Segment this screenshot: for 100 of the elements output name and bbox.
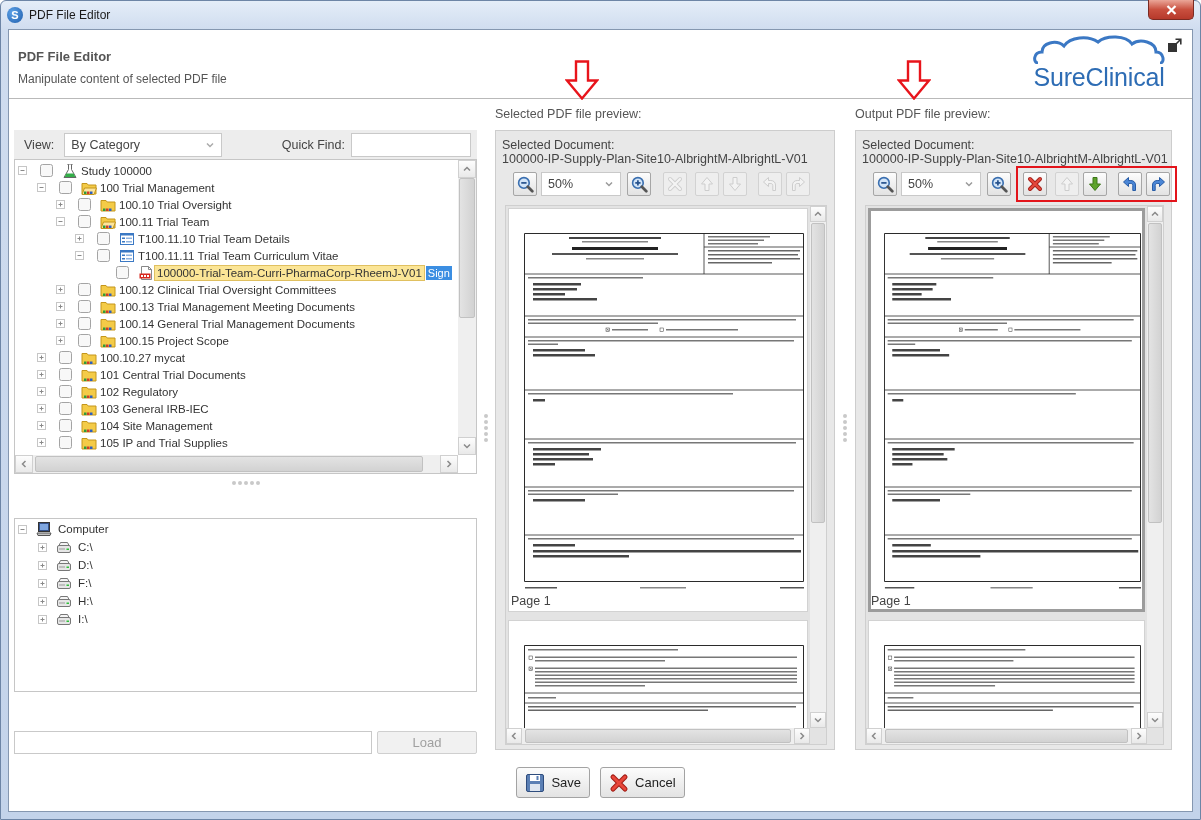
checkbox[interactable]: [59, 402, 72, 415]
tree-expander[interactable]: [37, 353, 46, 362]
checkbox[interactable]: [40, 164, 53, 177]
vertical-scrollbar[interactable]: [458, 160, 476, 455]
checkbox[interactable]: [97, 249, 110, 262]
scroll-up-button[interactable]: [810, 206, 826, 222]
page-thumbnail[interactable]: Page 1: [508, 208, 808, 612]
tree-expander[interactable]: [75, 251, 84, 260]
tree-expander[interactable]: [56, 285, 65, 294]
tree-item[interactable]: 100.13 Trial Management Meeting Documents: [116, 298, 358, 315]
tree-item[interactable]: Study 100000: [78, 162, 155, 179]
tree-expander[interactable]: [38, 560, 47, 570]
tree-item[interactable]: 100.10 Trial Oversight: [116, 196, 235, 213]
tree-item[interactable]: I:\: [75, 611, 91, 627]
checkbox[interactable]: [59, 181, 72, 194]
tree-expander[interactable]: [38, 614, 47, 624]
vertical-scrollbar[interactable]: [1147, 206, 1163, 728]
tree-expander[interactable]: [56, 336, 65, 345]
tree-item[interactable]: 100000-Trial-Team-Curri-PharmaCorp-RheemJ-V01: [154, 264, 425, 281]
zoom-select[interactable]: 50%: [901, 172, 981, 196]
scroll-down-button[interactable]: [810, 712, 826, 728]
view-select[interactable]: By Category: [64, 132, 223, 157]
tree-expander[interactable]: [37, 387, 46, 396]
move-down-button[interactable]: [1083, 172, 1107, 196]
rotate-right-button[interactable]: [1146, 172, 1170, 196]
checkbox[interactable]: [78, 198, 91, 211]
tree-expander[interactable]: [37, 404, 46, 413]
tree-expander[interactable]: [75, 234, 84, 243]
tree-item[interactable]: 100 Trial Management: [97, 179, 218, 196]
scroll-up-button[interactable]: [458, 160, 476, 178]
zoom-select[interactable]: 50%: [541, 172, 621, 196]
checkbox[interactable]: [78, 334, 91, 347]
scrollbar-thumb[interactable]: [811, 223, 825, 523]
zoom-out-button[interactable]: [513, 172, 537, 196]
path-field[interactable]: [14, 731, 372, 754]
tree-expander[interactable]: [37, 183, 46, 192]
tree-item[interactable]: C:\: [75, 539, 96, 555]
tree-expander[interactable]: [18, 166, 27, 175]
tree-expander[interactable]: [56, 302, 65, 311]
checkbox[interactable]: [59, 419, 72, 432]
checkbox[interactable]: [78, 300, 91, 313]
tree-expander[interactable]: [38, 596, 47, 606]
tree-item[interactable]: F:\: [75, 575, 95, 591]
tree-item[interactable]: 100.12 Clinical Trial Oversight Committees: [116, 281, 340, 298]
scroll-left-button[interactable]: [15, 455, 33, 473]
tree-expander[interactable]: [38, 542, 47, 552]
checkbox[interactable]: [78, 215, 91, 228]
scroll-down-button[interactable]: [458, 437, 476, 455]
vertical-scrollbar[interactable]: [810, 206, 826, 728]
tree-item[interactable]: 103 General IRB-IEC: [97, 400, 212, 417]
tree-item[interactable]: Computer: [55, 521, 112, 537]
tree-item[interactable]: T100.11.10 Trial Team Details: [135, 230, 293, 247]
tree-item[interactable]: 100.15 Project Scope: [116, 332, 232, 349]
checkbox[interactable]: [97, 232, 110, 245]
tree-item[interactable]: 100.10.27 mycat: [97, 349, 189, 366]
tree-item[interactable]: 100.11 Trial Team: [116, 213, 213, 230]
checkbox[interactable]: [59, 436, 72, 449]
scroll-left-button[interactable]: [506, 728, 522, 744]
tree-item[interactable]: 105 IP and Trial Supplies: [97, 434, 231, 451]
scroll-right-button[interactable]: [794, 728, 810, 744]
quick-find-field[interactable]: [351, 132, 471, 157]
scroll-left-button[interactable]: [866, 728, 882, 744]
tree-expander[interactable]: [38, 578, 47, 588]
horizontal-scrollbar[interactable]: [866, 728, 1147, 744]
delete-button[interactable]: [1023, 172, 1047, 196]
rotate-left-button[interactable]: [1118, 172, 1142, 196]
tree-item[interactable]: T100.11.11 Trial Team Curriculum Vitae: [135, 247, 342, 264]
save-button[interactable]: Save: [516, 767, 591, 798]
checkbox[interactable]: [59, 368, 72, 381]
page-thumbnail[interactable]: Page 1: [868, 208, 1145, 612]
tree-expander[interactable]: [56, 200, 65, 209]
horizontal-scrollbar[interactable]: [506, 728, 810, 744]
tree-expander[interactable]: [56, 319, 65, 328]
checkbox[interactable]: [59, 385, 72, 398]
expand-icon[interactable]: [1168, 38, 1182, 52]
cancel-button[interactable]: Cancel: [600, 767, 685, 798]
scrollbar-thumb[interactable]: [1148, 223, 1162, 523]
tree-expander[interactable]: [37, 370, 46, 379]
checkbox[interactable]: [59, 351, 72, 364]
scrollbar-thumb[interactable]: [459, 178, 475, 318]
scroll-up-button[interactable]: [1147, 206, 1163, 222]
tree-expander[interactable]: [37, 421, 46, 430]
scrollbar-thumb[interactable]: [35, 456, 423, 472]
horizontal-scrollbar[interactable]: [15, 455, 458, 473]
tree-item[interactable]: D:\: [75, 557, 96, 573]
scroll-down-button[interactable]: [1147, 712, 1163, 728]
close-button[interactable]: [1148, 0, 1194, 20]
checkbox[interactable]: [78, 317, 91, 330]
tree-expander[interactable]: [56, 217, 65, 226]
tree-item[interactable]: 102 Regulatory: [97, 383, 181, 400]
scroll-right-button[interactable]: [1131, 728, 1147, 744]
zoom-in-button[interactable]: [627, 172, 651, 196]
tree-item[interactable]: 100.14 General Trial Management Documents: [116, 315, 358, 332]
scrollbar-thumb[interactable]: [525, 729, 791, 743]
tree-item[interactable]: H:\: [75, 593, 96, 609]
tree-expander[interactable]: [18, 524, 27, 534]
checkbox[interactable]: [78, 283, 91, 296]
scroll-right-button[interactable]: [440, 455, 458, 473]
tree-item[interactable]: 104 Site Management: [97, 417, 216, 434]
checkbox[interactable]: [116, 266, 129, 279]
